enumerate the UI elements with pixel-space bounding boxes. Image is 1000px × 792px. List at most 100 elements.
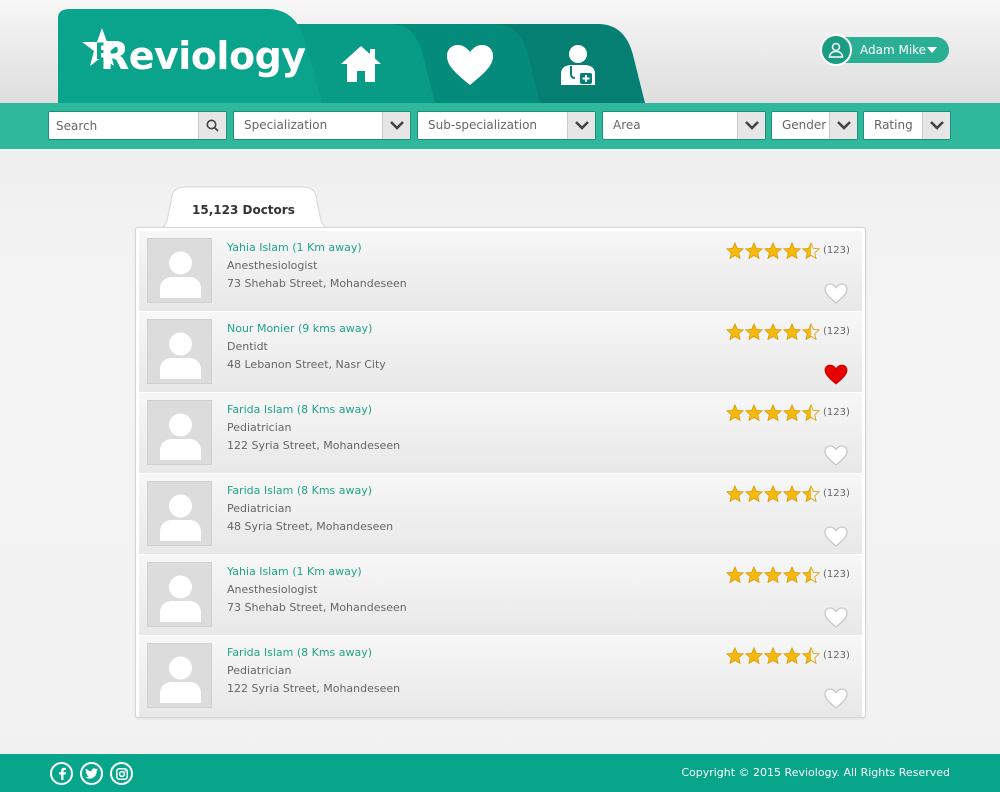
doctor-name-link[interactable]: Yahia Islam (1 Km away) <box>227 565 362 578</box>
chevron-down-icon <box>744 121 759 130</box>
doctor-address: 73 Shehab Street, Mohandeseen <box>227 277 407 290</box>
area-select[interactable]: Area <box>602 111 766 140</box>
specialization-select[interactable]: Specialization <box>233 111 411 140</box>
doctor-address: 122 Syria Street, Mohandeseen <box>227 439 401 452</box>
doctor-row[interactable]: Farida Islam (8 Kms away) Pediatrician 1… <box>139 636 862 717</box>
favorite-heart-icon[interactable] <box>824 607 848 628</box>
gender-label: Gender <box>782 118 827 132</box>
doctor-name-link[interactable]: Yahia Islam (1 Km away) <box>227 241 362 254</box>
star-icon <box>763 323 783 341</box>
doctor-row[interactable]: Nour Monier (9 kms away) Dentidt 48 Leba… <box>139 312 862 393</box>
doctor-row[interactable]: Farida Islam (8 Kms away) Pediatrician 1… <box>139 393 862 474</box>
star-icon <box>726 647 745 665</box>
rating-dropdown-button[interactable] <box>922 112 950 139</box>
doctor-avatar <box>147 238 212 303</box>
star-icon <box>801 404 821 422</box>
star-icon <box>801 485 821 503</box>
chevron-down-icon <box>389 121 404 130</box>
doctor-icon[interactable] <box>558 44 598 86</box>
star-icon <box>763 566 783 584</box>
gender-select[interactable]: Gender <box>771 111 858 140</box>
user-placeholder-icon <box>160 494 201 541</box>
star-icon <box>744 242 764 260</box>
star-icon <box>801 242 821 260</box>
sub-specialization-label: Sub-specialization <box>428 118 538 132</box>
user-placeholder-icon <box>160 332 201 379</box>
rating-stars <box>726 647 821 665</box>
star-icon <box>763 485 783 503</box>
user-placeholder-icon <box>160 656 201 703</box>
star-icon <box>782 404 802 422</box>
review-count: (123) <box>823 326 850 337</box>
doctor-avatar <box>147 400 212 465</box>
instagram-link[interactable] <box>110 762 133 785</box>
area-dropdown-button[interactable] <box>737 112 765 139</box>
chevron-down-icon <box>929 121 944 130</box>
review-count: (123) <box>823 245 850 256</box>
doctor-name-link[interactable]: Farida Islam (8 Kms away) <box>227 646 372 659</box>
star-icon <box>782 485 802 503</box>
star-icon <box>726 242 745 260</box>
footer: Copyright © 2015 Reviology. All Rights R… <box>0 754 1000 792</box>
rating-stars <box>726 323 821 341</box>
home-icon[interactable] <box>340 44 382 84</box>
favorite-heart-icon[interactable] <box>824 688 848 709</box>
results-count: 15,123 Doctors <box>192 203 295 217</box>
chevron-down-icon <box>836 121 851 130</box>
rating-select[interactable]: Rating <box>863 111 951 140</box>
star-icon <box>726 566 745 584</box>
doctor-row[interactable]: Yahia Islam (1 Km away) Anesthesiologist… <box>139 231 862 312</box>
doctor-address: 48 Lebanon Street, Nasr City <box>227 358 386 371</box>
search-input[interactable] <box>49 112 189 139</box>
doctor-specialty: Pediatrician <box>227 664 292 677</box>
rating-stars <box>726 566 821 584</box>
sub-specialization-select[interactable]: Sub-specialization <box>417 111 596 140</box>
star-icon <box>744 566 764 584</box>
search-box <box>48 111 227 140</box>
doctor-avatar <box>147 643 212 708</box>
facebook-icon <box>58 767 66 780</box>
specialization-dropdown-button[interactable] <box>382 112 410 139</box>
star-icon <box>763 647 783 665</box>
copyright-text: Copyright © 2015 Reviology. All Rights R… <box>681 766 950 779</box>
star-icon <box>801 647 821 665</box>
area-label: Area <box>613 118 641 132</box>
doctor-row[interactable]: Farida Islam (8 Kms away) Pediatrician 4… <box>139 474 862 555</box>
doctor-name-link[interactable]: Nour Monier (9 kms away) <box>227 322 372 335</box>
review-count: (123) <box>823 488 850 499</box>
star-icon <box>763 242 783 260</box>
logo[interactable]: R Reviology <box>80 26 306 82</box>
doctor-row[interactable]: Yahia Islam (1 Km away) Anesthesiologist… <box>139 555 862 636</box>
twitter-link[interactable] <box>80 762 103 785</box>
favorite-heart-icon[interactable] <box>824 364 848 385</box>
star-icon <box>726 323 745 341</box>
instagram-icon <box>115 767 128 780</box>
star-icon <box>726 485 745 503</box>
doctor-address: 73 Shehab Street, Mohandeseen <box>227 601 407 614</box>
user-avatar[interactable] <box>820 34 852 66</box>
twitter-icon <box>85 768 98 779</box>
doctor-avatar <box>147 562 212 627</box>
star-icon <box>782 323 802 341</box>
doctor-specialty: Anesthesiologist <box>227 583 318 596</box>
star-icon <box>744 404 764 422</box>
doctor-specialty: Dentidt <box>227 340 268 353</box>
search-icon <box>206 119 219 132</box>
rating-stars <box>726 404 821 422</box>
star-icon <box>801 323 821 341</box>
user-icon <box>828 42 844 58</box>
search-button[interactable] <box>198 112 226 139</box>
doctor-name-link[interactable]: Farida Islam (8 Kms away) <box>227 403 372 416</box>
gender-dropdown-button[interactable] <box>829 112 857 139</box>
favorite-heart-icon[interactable] <box>824 445 848 466</box>
doctor-specialty: Pediatrician <box>227 421 292 434</box>
doctor-name-link[interactable]: Farida Islam (8 Kms away) <box>227 484 372 497</box>
sub-specialization-dropdown-button[interactable] <box>567 112 595 139</box>
brand-name: Reviology <box>100 34 306 78</box>
favorite-heart-icon[interactable] <box>824 526 848 547</box>
favorite-heart-icon[interactable] <box>824 283 848 304</box>
heart-icon[interactable] <box>446 44 494 86</box>
user-name: Adam Mike <box>860 43 927 57</box>
facebook-link[interactable] <box>50 762 73 785</box>
doctor-avatar <box>147 481 212 546</box>
